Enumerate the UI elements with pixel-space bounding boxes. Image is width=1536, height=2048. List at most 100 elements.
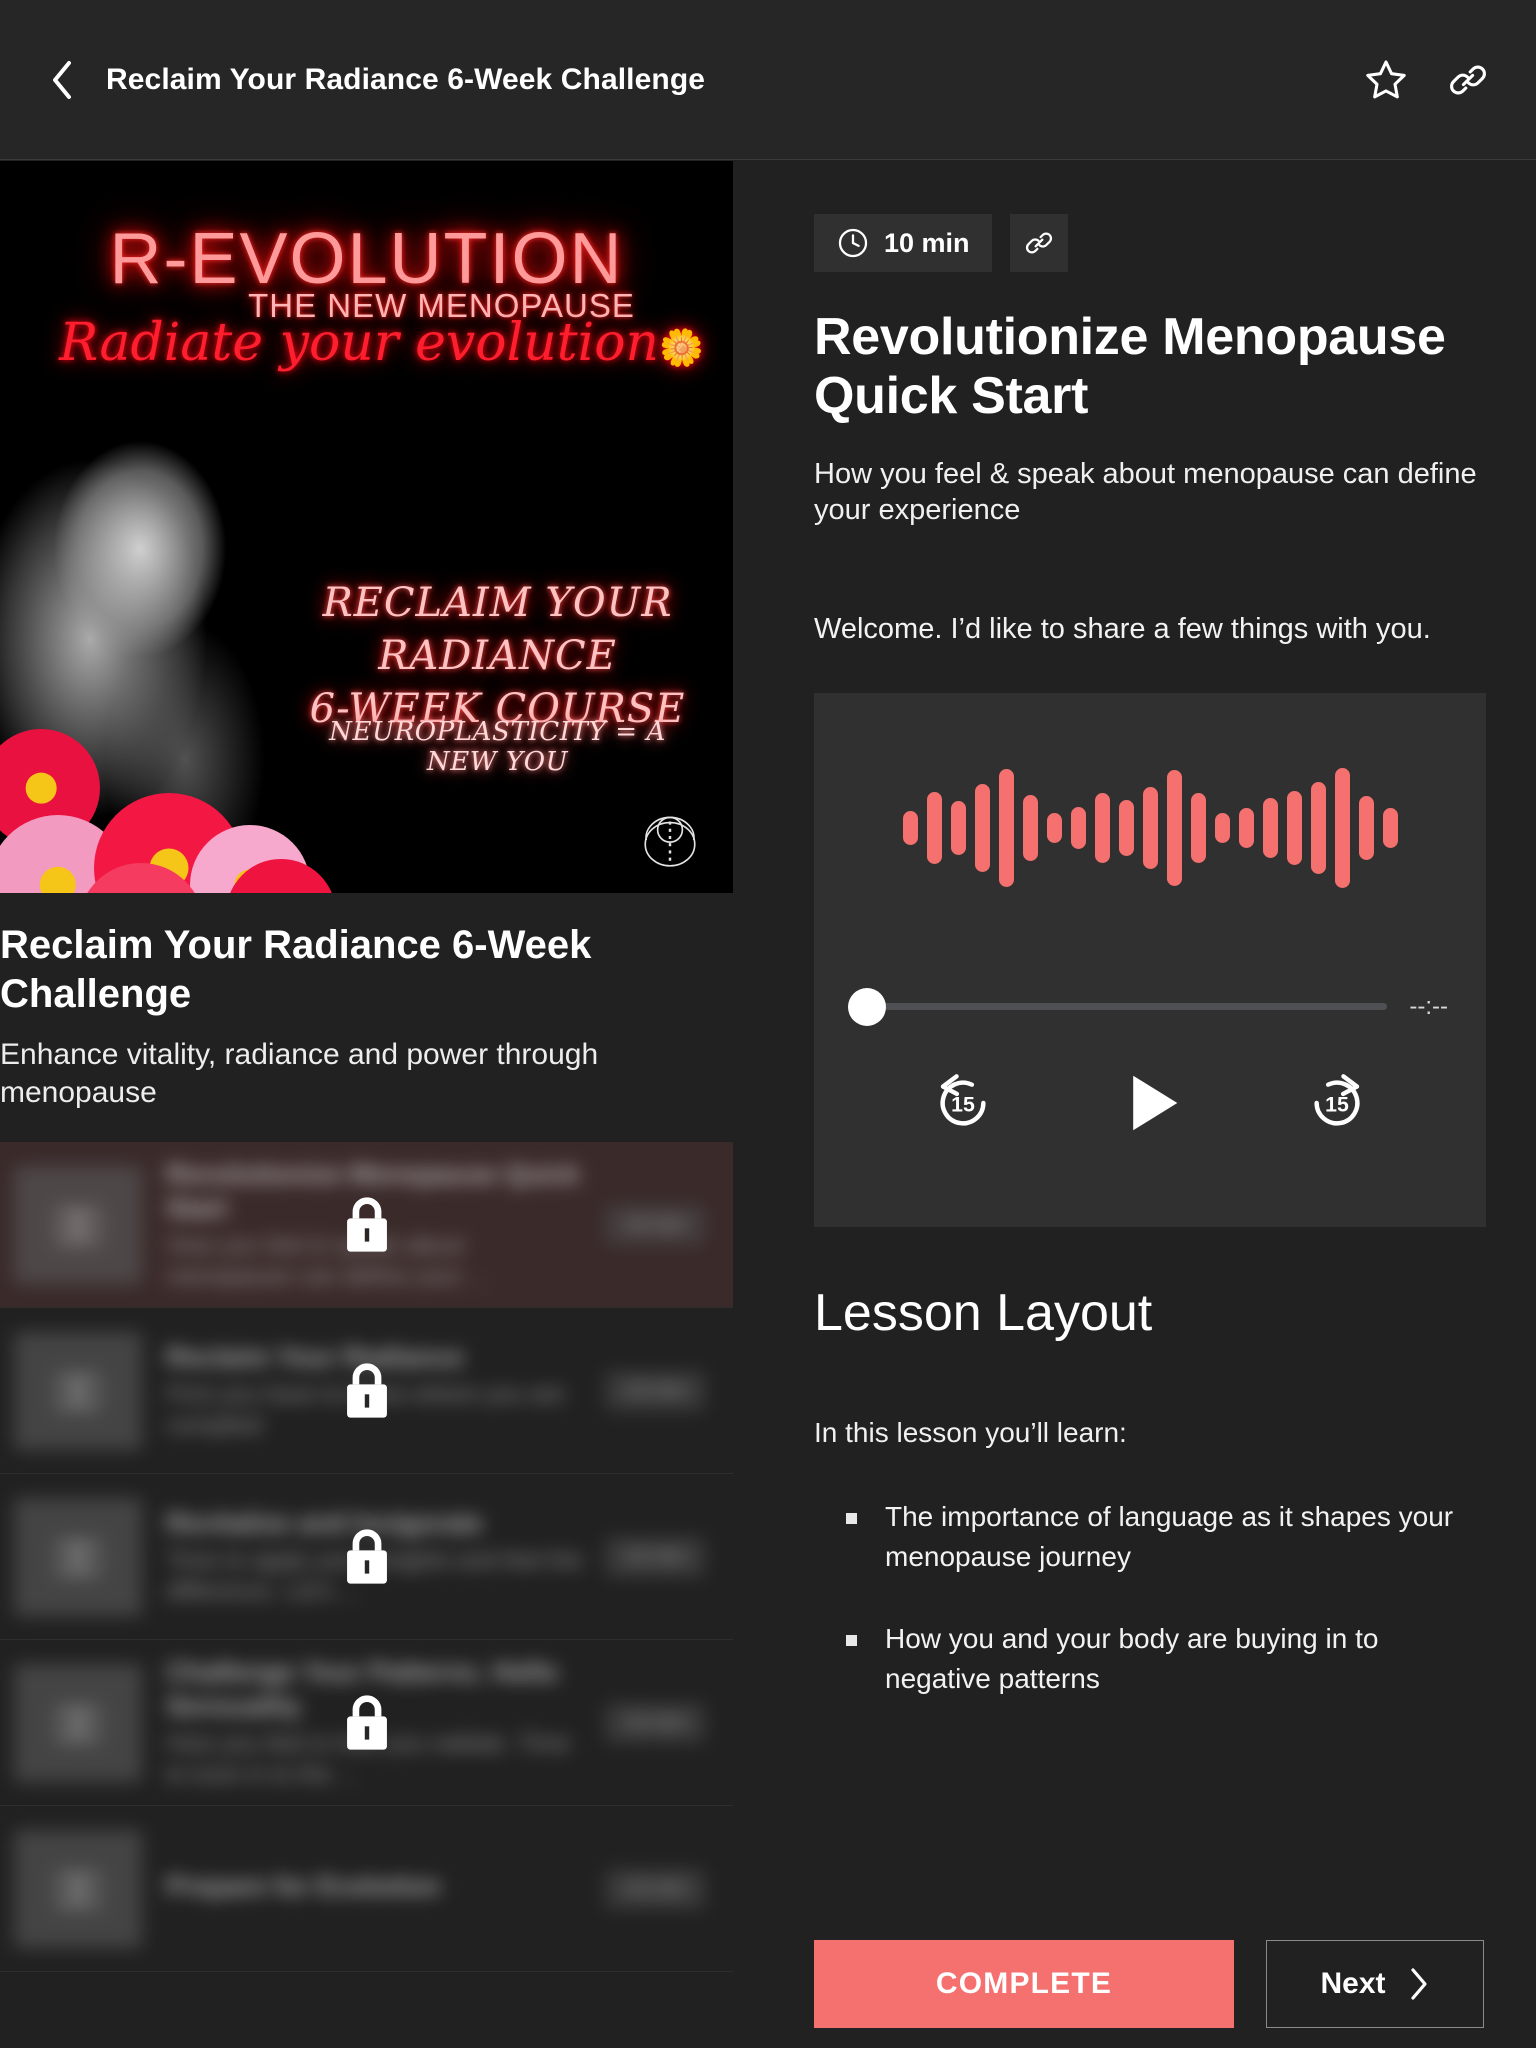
book-icon xyxy=(57,1706,99,1742)
list-item: How you and your body are buying in to n… xyxy=(814,1619,1484,1699)
cover-flowers xyxy=(0,683,342,893)
waveform-bar xyxy=(1262,797,1278,858)
bullet-text: How you and your body are buying in to n… xyxy=(885,1623,1379,1695)
learn-bullet-list: The importance of language as it shapes … xyxy=(814,1497,1484,1699)
lock-icon xyxy=(346,1363,387,1418)
lesson-duration-badge: 10 min xyxy=(604,1537,705,1577)
link-icon xyxy=(1025,232,1052,254)
cover-tagline: NEUROPLASTICITY = A NEW YOU xyxy=(329,717,666,777)
chevron-right-icon xyxy=(1410,1968,1427,2000)
lesson-duration-text: 10 min xyxy=(884,227,970,258)
lesson-duration-badge: 10 min xyxy=(604,1205,705,1245)
waveform-bar xyxy=(926,791,942,864)
book-icon xyxy=(57,1374,99,1410)
replay-15-icon: 15 xyxy=(940,1073,986,1126)
waveform-bar xyxy=(1118,799,1134,856)
favorite-button[interactable] xyxy=(1358,52,1414,108)
section-heading: Lesson Layout xyxy=(814,1283,1153,1342)
waveform-bar xyxy=(1310,781,1326,874)
lock-icon xyxy=(346,1695,387,1750)
next-button-label: Next xyxy=(1320,1967,1386,2000)
book-icon xyxy=(57,1208,99,1244)
star-icon xyxy=(1366,59,1406,98)
lesson-thumbnail xyxy=(14,1663,142,1782)
waveform-bar xyxy=(950,800,966,855)
waveform-bar xyxy=(902,810,918,845)
waveform-bar xyxy=(1286,790,1302,865)
lesson-meta-row: 10 min xyxy=(814,214,1484,272)
audio-time-display: --:-- xyxy=(1409,992,1448,1020)
lesson-list: Revolutionize Menopause Quick Start How … xyxy=(0,1142,733,1973)
waveform-bar xyxy=(1070,806,1086,849)
list-item: The importance of language as it shapes … xyxy=(814,1497,1484,1577)
lesson-heading: Revolutionize Menopause Quick Start xyxy=(814,308,1446,425)
lesson-thumbnail xyxy=(14,1165,142,1284)
list-item[interactable]: Prepare for Evolution 10 min xyxy=(0,1806,733,1973)
bullet-icon xyxy=(846,1635,857,1647)
brain-logo-icon xyxy=(644,816,696,867)
list-item[interactable]: Revolutionize Menopause Quick Start How … xyxy=(0,1142,733,1309)
audio-player: --:-- 15 15 xyxy=(814,692,1486,1227)
audio-waveform xyxy=(814,753,1486,903)
lesson-text: Prepare for Evolution xyxy=(166,1869,596,1908)
course-cover-image: R-EVOLUTION THE NEW MENOPAUSE Radiate yo… xyxy=(0,161,733,893)
waveform-bar xyxy=(1382,807,1398,848)
waveform-bar xyxy=(1214,812,1230,843)
waveform-bar xyxy=(1190,792,1206,863)
app-header: Reclaim Your Radiance 6-Week Challenge xyxy=(0,0,1536,160)
cover-course-line-1: RECLAIM YOUR RADIANCE xyxy=(322,580,673,679)
complete-button[interactable]: COMPLETE xyxy=(814,1940,1234,2028)
lesson-summary: How you feel & speak about menopause can… xyxy=(814,457,1477,527)
waveform-bar xyxy=(998,768,1014,887)
link-icon xyxy=(1450,65,1486,94)
waveform-bar xyxy=(1238,807,1254,848)
lock-icon xyxy=(346,1529,387,1584)
forward-15-icon: 15 xyxy=(1314,1073,1360,1126)
waveform-bar xyxy=(974,783,990,872)
lock-icon xyxy=(346,1197,387,1252)
clock-icon xyxy=(838,228,868,258)
lesson-row-content: Prepare for Evolution 10 min xyxy=(0,1806,733,1971)
learn-lead-text: In this lesson you’ll learn: xyxy=(814,1417,1127,1449)
flower-icon: 🌼 xyxy=(659,328,704,369)
back-button[interactable] xyxy=(40,58,84,102)
lesson-duration-badge: 10 min xyxy=(604,1869,705,1909)
next-button[interactable]: Next xyxy=(1266,1940,1484,2028)
play-icon xyxy=(1133,1075,1178,1131)
lesson-name: Prepare for Evolution xyxy=(166,1871,441,1902)
forward-15-label: 15 xyxy=(1325,1092,1349,1116)
lesson-thumbnail xyxy=(14,1331,142,1450)
rewind-15-label: 15 xyxy=(951,1092,975,1116)
lesson-duration-badge: 10 min xyxy=(604,1703,705,1743)
lesson-share-button[interactable] xyxy=(1009,214,1068,272)
course-title: Reclaim Your Radiance 6-Week Challenge xyxy=(0,923,592,1016)
waveform-bar xyxy=(1142,786,1158,869)
rewind-15-button[interactable]: 15 xyxy=(926,1066,1000,1140)
list-item[interactable]: Revitalize and Invigorate Time to apply … xyxy=(0,1474,733,1641)
bullet-icon xyxy=(846,1513,857,1525)
waveform-bar xyxy=(1358,795,1374,860)
share-link-button[interactable] xyxy=(1440,52,1496,108)
waveform-bar xyxy=(1166,769,1182,886)
lesson-thumbnail xyxy=(14,1829,142,1948)
waveform-bar xyxy=(1046,812,1062,843)
cover-neon-script-text: Radiate your evolution xyxy=(59,313,660,373)
audio-progress-knob[interactable] xyxy=(848,987,886,1026)
lesson-detail-panel: 10 min Revolutionize Menopause Quick Sta… xyxy=(734,161,1536,2048)
lesson-duration-pill: 10 min xyxy=(814,214,992,272)
forward-15-button[interactable]: 15 xyxy=(1300,1066,1374,1140)
page-title: Reclaim Your Radiance 6-Week Challenge xyxy=(106,62,706,96)
audio-progress-bar[interactable] xyxy=(848,987,1388,1026)
list-item[interactable]: Challenge Your Patterns. Hello Sensualit… xyxy=(0,1640,733,1807)
lesson-thumbnail xyxy=(14,1497,142,1616)
waveform-bar xyxy=(1334,767,1350,888)
lesson-duration-badge: 10 min xyxy=(604,1371,705,1411)
bullet-text: The importance of language as it shapes … xyxy=(885,1501,1454,1573)
cover-course-lines: RECLAIM YOUR RADIANCE 6-WEEK COURSE xyxy=(290,577,705,735)
play-button[interactable] xyxy=(1108,1061,1192,1145)
audio-controls: 15 15 xyxy=(814,1061,1486,1145)
chevron-left-icon xyxy=(53,60,71,99)
book-icon xyxy=(57,1872,99,1908)
list-item[interactable]: Reclaim Your Radiance First you have to … xyxy=(0,1308,733,1475)
cover-neon-script: Radiate your evolution🌼 xyxy=(0,313,733,373)
